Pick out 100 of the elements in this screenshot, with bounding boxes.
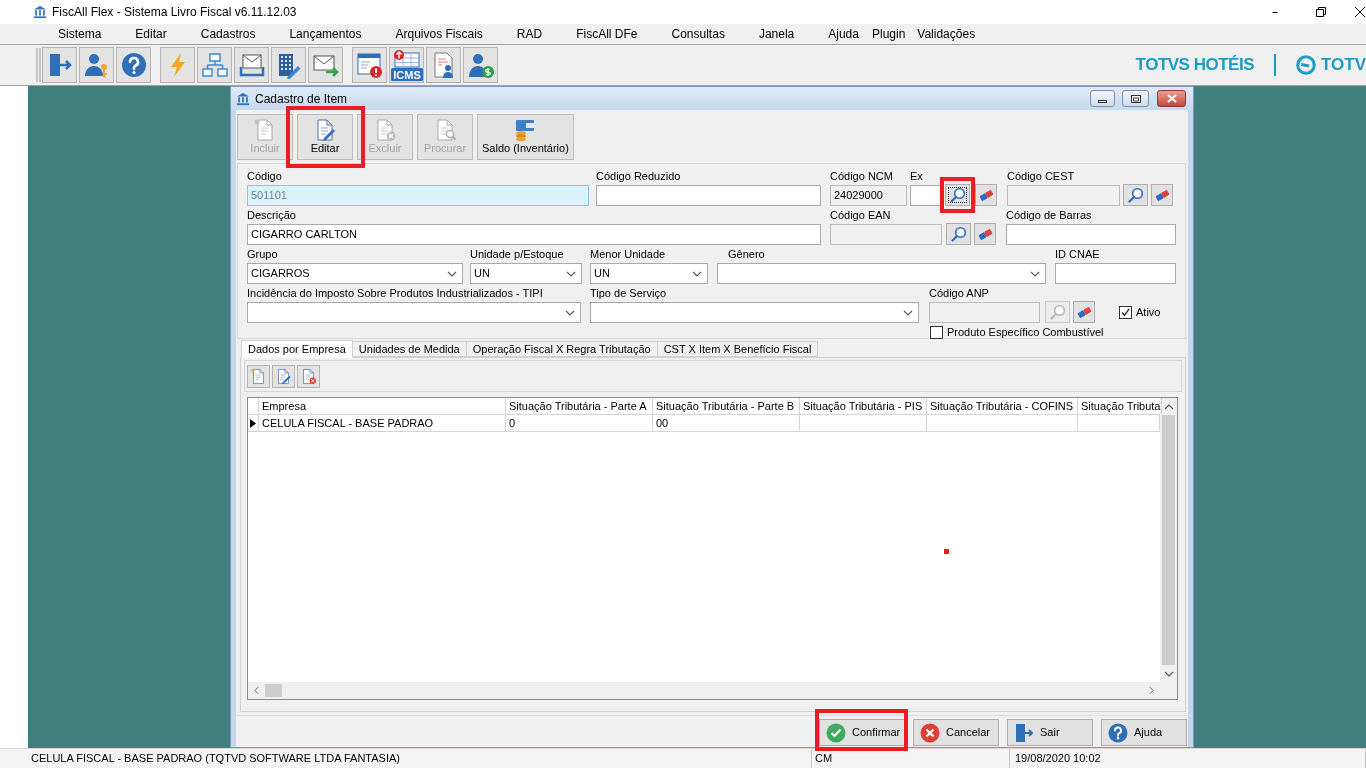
vertical-scrollbar[interactable] xyxy=(1160,398,1177,682)
menu-item[interactable]: Ajuda xyxy=(811,24,866,44)
menu-item[interactable]: Arquivos Fiscais xyxy=(378,24,500,44)
horizontal-scrollbar[interactable] xyxy=(248,682,1160,699)
dropdown[interactable]: CIGARROS xyxy=(247,263,463,284)
menu-item[interactable]: Editar xyxy=(118,24,184,44)
toolbar-button[interactable] xyxy=(234,47,269,83)
eraser-icon xyxy=(1076,304,1092,320)
toolbar-button[interactable] xyxy=(247,364,270,388)
tab[interactable]: CST X Item X Benefício Fiscal xyxy=(656,341,819,357)
toolbar-button[interactable] xyxy=(79,47,114,83)
toolbar-button[interactable] xyxy=(116,47,151,83)
input-field[interactable] xyxy=(910,185,941,206)
toolbar-button[interactable]: Editar xyxy=(297,114,353,160)
eraser-icon xyxy=(978,187,994,203)
menu-item[interactable]: Consultas xyxy=(654,24,742,44)
toolbar-button[interactable] xyxy=(352,47,387,83)
status-text: 19/08/2020 10:02 xyxy=(1015,751,1101,767)
menu-item[interactable]: Sistema xyxy=(41,24,119,44)
scroll-thumb[interactable] xyxy=(1162,415,1175,665)
person-coin-icon xyxy=(466,51,495,79)
field-label: Gênero xyxy=(728,248,765,261)
dialog-button[interactable]: Ajuda xyxy=(1101,719,1187,746)
column-header: Situação Tributária - Parte B xyxy=(653,398,800,414)
door-exit-icon xyxy=(1014,722,1034,743)
input-field[interactable] xyxy=(1055,263,1176,284)
input-field[interactable] xyxy=(1006,224,1176,245)
toolbar-button[interactable]: Saldo (Inventário) xyxy=(477,114,574,160)
check-icon xyxy=(1121,308,1130,317)
minimize-icon xyxy=(1270,11,1280,13)
column-header: Situação Tributária - COFINS xyxy=(927,398,1078,414)
input-field[interactable] xyxy=(1007,185,1120,206)
input-field[interactable]: 24029000 xyxy=(830,185,907,206)
menu-item[interactable]: FiscAll DFe xyxy=(559,24,655,44)
input-field[interactable] xyxy=(596,185,821,206)
menu-item[interactable]: Validações xyxy=(911,24,982,44)
menu-item[interactable]: Lançamentos xyxy=(272,24,379,44)
dropdown[interactable]: UN xyxy=(470,263,582,284)
check-circle-icon xyxy=(826,722,846,743)
toolbar-button[interactable] xyxy=(271,47,306,83)
menu-item[interactable]: Plugin xyxy=(865,24,912,44)
toolbar-button[interactable]: ICMS xyxy=(389,47,424,83)
toolbar-button[interactable] xyxy=(197,47,232,83)
toolbar-button[interactable] xyxy=(308,47,343,83)
chevron-down-icon xyxy=(447,270,457,277)
eraser-button[interactable] xyxy=(1073,301,1095,323)
close-button[interactable] xyxy=(1157,90,1186,107)
scroll-thumb[interactable] xyxy=(265,684,282,697)
field-label: Código de Barras xyxy=(1006,209,1092,222)
toolbar-button[interactable] xyxy=(426,47,461,83)
menu-item[interactable]: RAD xyxy=(499,24,560,44)
menu-item[interactable]: Cadastros xyxy=(183,24,273,44)
eraser-icon xyxy=(977,226,993,242)
tab[interactable]: Dados por Empresa xyxy=(241,340,353,358)
chevron-left-icon xyxy=(254,686,259,695)
dropdown[interactable] xyxy=(247,302,581,323)
table-cell: CELULA FISCAL - BASE PADRAO xyxy=(259,415,506,431)
eraser-button[interactable] xyxy=(974,223,996,245)
dialog-button[interactable]: Confirmar xyxy=(819,719,905,746)
field-label: ID CNAE xyxy=(1055,248,1100,261)
search-button[interactable] xyxy=(945,184,970,206)
input-field[interactable] xyxy=(929,302,1040,323)
menu-item[interactable]: Janela xyxy=(741,24,812,44)
field-label: Código NCM xyxy=(830,170,893,183)
dialog-button[interactable]: Cancelar xyxy=(913,719,999,746)
checkbox-label: Produto Específico Combustível xyxy=(947,326,1104,339)
maximize-icon xyxy=(1130,94,1141,103)
document-plus-icon xyxy=(250,367,267,385)
tab[interactable]: Operação Fiscal X Regra Tributação xyxy=(465,341,658,357)
field-label: Código CEST xyxy=(1007,170,1075,183)
maximize-button[interactable] xyxy=(1122,90,1149,107)
toolbar-button[interactable] xyxy=(42,47,77,83)
checkbox[interactable] xyxy=(1119,306,1132,319)
grip-icon xyxy=(36,47,41,83)
window-alert-icon xyxy=(355,51,384,79)
tab[interactable]: Unidades de Medida xyxy=(351,341,467,357)
toolbar-button[interactable] xyxy=(463,47,498,83)
checkbox[interactable] xyxy=(930,326,943,339)
field-label: Descrição xyxy=(247,209,296,222)
input-field[interactable] xyxy=(830,224,942,245)
column-header: Empresa xyxy=(259,398,506,414)
field-label: Tipo de Serviço xyxy=(590,287,667,300)
help-icon xyxy=(119,51,148,79)
minimize-button[interactable] xyxy=(1090,90,1115,107)
dialog-button[interactable]: Sair xyxy=(1007,719,1093,746)
field-label: Ex xyxy=(910,170,923,183)
eraser-button[interactable] xyxy=(1151,184,1173,206)
dropdown[interactable]: UN xyxy=(590,263,708,284)
eraser-button[interactable] xyxy=(975,184,997,206)
column-header: Situação Tributária - PIS xyxy=(800,398,927,414)
dropdown[interactable] xyxy=(590,302,919,323)
field-label: Código xyxy=(247,170,282,183)
bank-icon xyxy=(33,5,47,19)
dropdown[interactable] xyxy=(717,263,1046,284)
toolbar-button[interactable] xyxy=(272,364,295,388)
input-field[interactable]: CIGARRO CARLTON xyxy=(247,224,821,245)
chevron-up-icon xyxy=(1163,403,1174,410)
search-icon xyxy=(1127,187,1144,203)
bank-icon xyxy=(236,91,250,106)
toolbar-button[interactable] xyxy=(297,364,320,388)
